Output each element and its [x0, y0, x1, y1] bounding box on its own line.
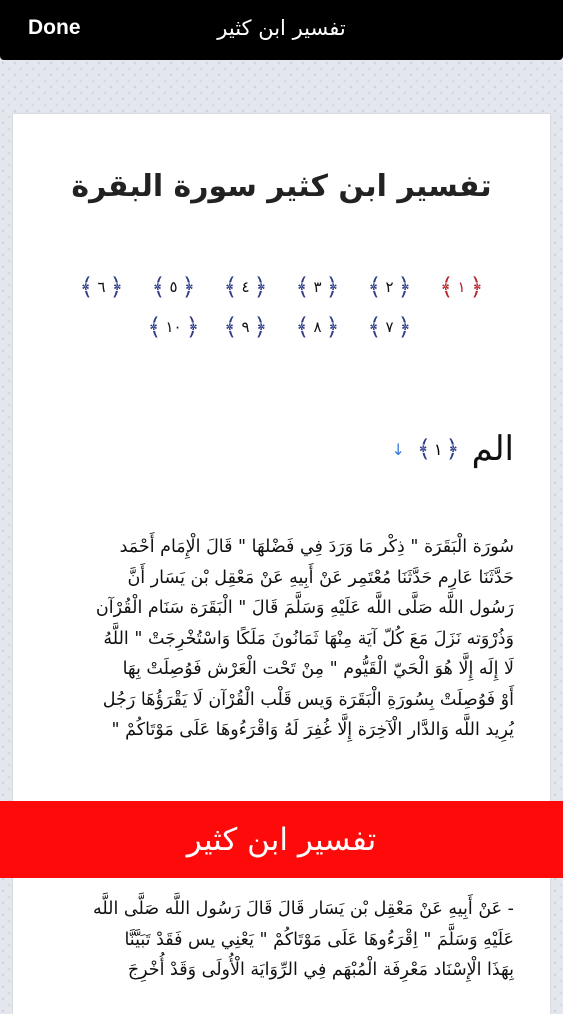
verse-link-5[interactable]: ﴾ ٥ ﴿ [145, 272, 203, 302]
verse-number: ٦ [97, 278, 106, 296]
verse-link-9[interactable]: ﴾ ٩ ﴿ [217, 312, 275, 342]
ornament-right-icon: ﴾ [367, 273, 382, 301]
tafsir-text-continued: - عَنْ أَبِيهِ عَنْ مَعْقِل بْن يَسَار ق… [49, 894, 514, 986]
ornament-right-icon: ﴾ [223, 273, 238, 301]
verse-number: ٤ [241, 278, 250, 296]
nav-title: تفسير ابن كثير [217, 16, 346, 40]
banner-text: تفسير ابن كثير [186, 821, 377, 858]
arrow-down-icon[interactable]: ↓ [391, 440, 404, 459]
ornament-left-icon: ﴿ [109, 273, 124, 301]
verse-link-8[interactable]: ﴾ ٨ ﴿ [289, 312, 347, 342]
ornament-right-icon: ﴾ [439, 273, 454, 301]
tafsir-line: سُورَة الْبَقَرَة " ذِكْر مَا وَرَدَ فِي… [119, 537, 514, 557]
ornament-right-icon: ﴾ [223, 313, 238, 341]
ayah-number-marker: ﴾ ١ ﴿ [417, 435, 460, 463]
verse-number: ٥ [169, 278, 178, 296]
verse-links-row-2: ﴾ ٧ ﴿ ﴾ ٨ ﴿ ﴾ ٩ ﴿ ﴾ ١٠ ﴿ [53, 312, 510, 342]
verse-link-10[interactable]: ﴾ ١٠ ﴿ [145, 312, 203, 342]
tafsir-line: رَسُول اللَّه صَلَّى اللَّه عَلَيْهِ وَس… [95, 598, 514, 618]
top-navigation-bar: Done تفسير ابن كثير [0, 0, 563, 60]
verse-link-7[interactable]: ﴾ ٧ ﴿ [361, 312, 419, 342]
ad-banner[interactable]: تفسير ابن كثير [0, 801, 563, 878]
ornament-right-icon: ﴾ [416, 435, 431, 463]
ayah-heading: الم ﴾ ١ ﴿ ↓ [385, 429, 514, 469]
ornament-right-icon: ﴾ [295, 273, 310, 301]
tafsir-line: بِهَذَا الْإِسْنَاد مَعْرِفَة الْمُبْهَم… [127, 960, 514, 980]
ornament-left-icon: ﴿ [253, 313, 268, 341]
verse-number: ١٠ [165, 318, 182, 336]
tafsir-line: يُرِيد اللَّه وَالدَّار الْآخِرَة إِلَّا… [111, 720, 514, 740]
ornament-left-icon: ﴿ [397, 313, 412, 341]
verse-link-6[interactable]: ﴾ ٦ ﴿ [73, 272, 131, 302]
verse-link-2[interactable]: ﴾ ٢ ﴿ [361, 272, 419, 302]
ayah-text: الم [471, 429, 514, 469]
ornament-left-icon: ﴿ [185, 313, 200, 341]
ornament-left-icon: ﴿ [325, 313, 340, 341]
ornament-right-icon: ﴾ [367, 313, 382, 341]
ornament-left-icon: ﴿ [253, 273, 268, 301]
verse-number: ٣ [313, 278, 322, 296]
verse-number: ٧ [385, 318, 394, 336]
ornament-right-icon: ﴾ [147, 313, 162, 341]
verse-number: ١ [457, 278, 466, 296]
tafsir-line: أَوْ فَوُصِلَتْ بِسُورَةِ الْبَقَرَة وَي… [102, 689, 514, 710]
verse-links-row-1: ﴾ ١ ﴿ ﴾ ٢ ﴿ ﴾ ٣ ﴿ ﴾ ٤ ﴿ ﴾ ٥ ﴿ ﴾ ٦ ﴿ [53, 272, 510, 302]
verse-number: ٨ [313, 318, 322, 336]
tafsir-line: لَا إِلَه إِلَّا هُوَ الْحَيّ الْقَيُّوم… [122, 659, 514, 679]
ornament-left-icon: ﴿ [397, 273, 412, 301]
tafsir-line: وَذُرْوَته نَزَلَ مَعَ كُلّ آيَة مِنْهَا… [103, 628, 514, 649]
verse-number: ٢ [385, 278, 394, 296]
tafsir-line: عَلَيْهِ وَسَلَّمَ " اِقْرَءُوهَا عَلَى … [124, 929, 514, 950]
verse-link-4[interactable]: ﴾ ٤ ﴿ [217, 272, 275, 302]
verse-number: ٩ [241, 318, 250, 336]
verse-link-1[interactable]: ﴾ ١ ﴿ [433, 272, 491, 302]
ornament-left-icon: ﴿ [325, 273, 340, 301]
tafsir-line: - عَنْ أَبِيهِ عَنْ مَعْقِل بْن يَسَار ق… [92, 899, 514, 919]
ayah-number: ١ [433, 439, 443, 459]
ornament-left-icon: ﴿ [181, 273, 196, 301]
verse-link-3[interactable]: ﴾ ٣ ﴿ [289, 272, 347, 302]
ornament-left-icon: ﴿ [469, 273, 484, 301]
content-page[interactable]: تفسير ابن كثير سورة البقرة ﴾ ١ ﴿ ﴾ ٢ ﴿ ﴾… [13, 114, 550, 1014]
tafsir-line: حَدَّثَنَا عَارِم حَدَّثَنَا مُعْتَمِر ع… [127, 567, 514, 588]
ornament-right-icon: ﴾ [79, 273, 94, 301]
page-title: تفسير ابن كثير سورة البقرة [71, 169, 492, 204]
tafsir-text: سُورَة الْبَقَرَة " ذِكْر مَا وَرَدَ فِي… [49, 532, 514, 746]
ornament-left-icon: ﴿ [445, 435, 460, 463]
ornament-right-icon: ﴾ [295, 313, 310, 341]
ornament-right-icon: ﴾ [151, 273, 166, 301]
